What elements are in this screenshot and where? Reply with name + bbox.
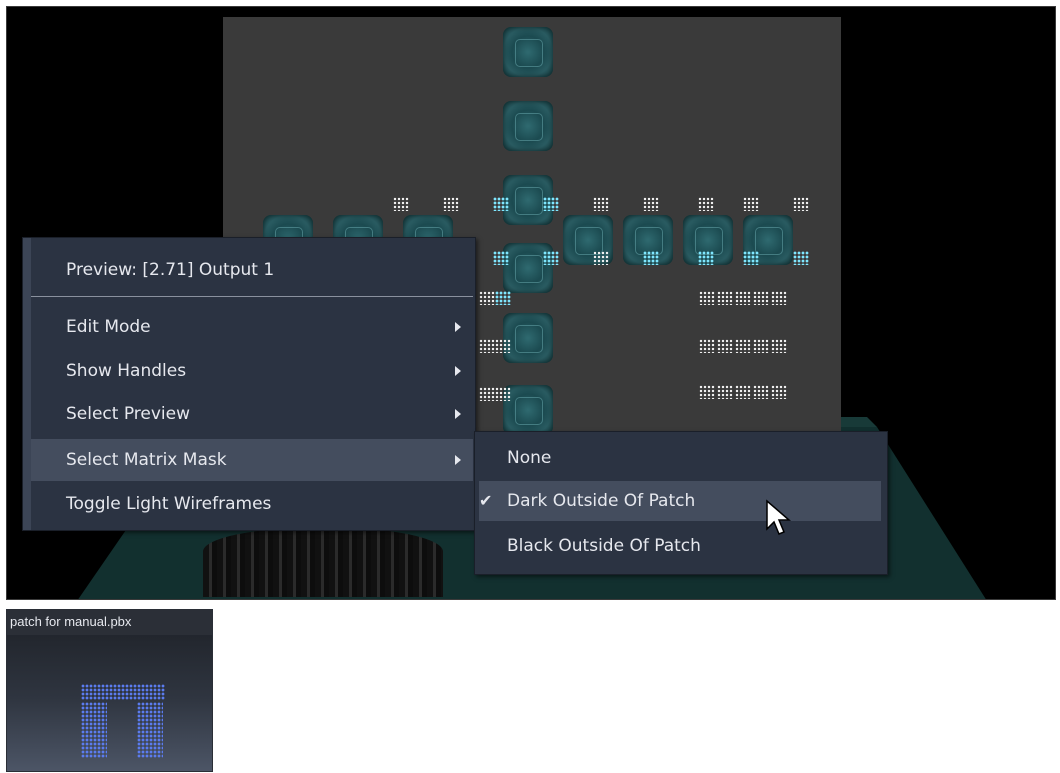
light-fixture: [717, 339, 733, 353]
submenu-arrow-icon: [455, 322, 461, 332]
light-fixture: [593, 197, 609, 211]
light-fixture: [495, 339, 511, 353]
menu-item-show-handles[interactable]: Show Handles: [31, 353, 473, 389]
menu-item-edit-mode[interactable]: Edit Mode: [31, 309, 473, 345]
light-fixture: [443, 197, 459, 211]
light-fixture: [735, 291, 751, 305]
menu-header-preview: Preview: [2.71] Output 1: [66, 260, 275, 280]
submenu-arrow-icon: [455, 409, 461, 419]
thumbnail-pattern: [137, 702, 163, 758]
menu-item-label: Show Handles: [66, 361, 187, 381]
submenu-item-label: Black Outside Of Patch: [507, 536, 701, 556]
light-fixture: [793, 251, 809, 265]
matrix-mask-submenu: None ✔ Dark Outside Of Patch Black Outsi…: [474, 431, 888, 575]
submenu-item-none[interactable]: None: [479, 438, 881, 478]
light-fixture: [753, 385, 769, 399]
light-fixture: [771, 291, 787, 305]
preview-context-menu: Preview: [2.71] Output 1 Edit Mode Show …: [22, 237, 476, 531]
menu-gutter: [23, 238, 31, 530]
light-fixture: [793, 197, 809, 211]
light-fixture: [699, 339, 715, 353]
preview-viewport[interactable]: Preview: [2.71] Output 1 Edit Mode Show …: [6, 6, 1056, 600]
submenu-item-label: None: [507, 448, 552, 468]
light-fixture: [543, 251, 559, 265]
checkmark-icon: ✔: [479, 491, 493, 510]
light-fixture: [735, 385, 751, 399]
light-fixture: [493, 197, 509, 211]
light-fixture: [771, 339, 787, 353]
thumbnail-pattern: [81, 684, 165, 700]
menu-item-select-matrix-mask[interactable]: Select Matrix Mask: [31, 439, 473, 481]
menu-item-select-preview[interactable]: Select Preview: [31, 396, 473, 432]
light-fixture: [698, 197, 714, 211]
light-fixture: [699, 291, 715, 305]
submenu-arrow-icon: [455, 366, 461, 376]
light-fixture: [643, 251, 659, 265]
submenu-item-dark-outside-of-patch[interactable]: ✔ Dark Outside Of Patch: [479, 481, 881, 521]
light-fixture: [753, 339, 769, 353]
light-fixture: [495, 291, 511, 305]
light-fixture: [743, 251, 759, 265]
projector-cone: [203, 527, 443, 597]
thumbnail-title: patch for manual.pbx: [7, 610, 212, 635]
light-fixture: [393, 197, 409, 211]
light-fixture: [743, 197, 759, 211]
light-fixture: [717, 291, 733, 305]
thumbnail-pattern: [81, 702, 107, 758]
light-fixture: [717, 385, 733, 399]
patch-tile: [503, 313, 553, 363]
menu-item-label: Toggle Light Wireframes: [66, 494, 272, 514]
submenu-item-black-outside-of-patch[interactable]: Black Outside Of Patch: [479, 526, 881, 566]
menu-item-label: Select Matrix Mask: [66, 450, 227, 470]
menu-item-label: Select Preview: [66, 404, 191, 424]
light-fixture: [698, 251, 714, 265]
patch-tile: [503, 27, 553, 77]
patch-thumbnail[interactable]: patch for manual.pbx: [6, 609, 213, 772]
patch-tile: [503, 101, 553, 151]
light-fixture: [699, 385, 715, 399]
light-fixture: [753, 291, 769, 305]
light-fixture: [493, 251, 509, 265]
light-fixture: [479, 339, 495, 353]
light-fixture: [479, 291, 495, 305]
submenu-arrow-icon: [455, 455, 461, 465]
submenu-item-label: Dark Outside Of Patch: [507, 491, 696, 511]
mouse-pointer-icon: [766, 499, 792, 535]
menu-item-toggle-light-wireframes[interactable]: Toggle Light Wireframes: [31, 486, 473, 522]
light-fixture: [479, 387, 495, 401]
light-fixture: [643, 197, 659, 211]
light-fixture: [495, 387, 511, 401]
menu-item-label: Edit Mode: [66, 317, 151, 337]
light-fixture: [593, 251, 609, 265]
light-fixture: [771, 385, 787, 399]
light-fixture: [735, 339, 751, 353]
menu-separator: [31, 296, 473, 297]
light-fixture: [543, 197, 559, 211]
